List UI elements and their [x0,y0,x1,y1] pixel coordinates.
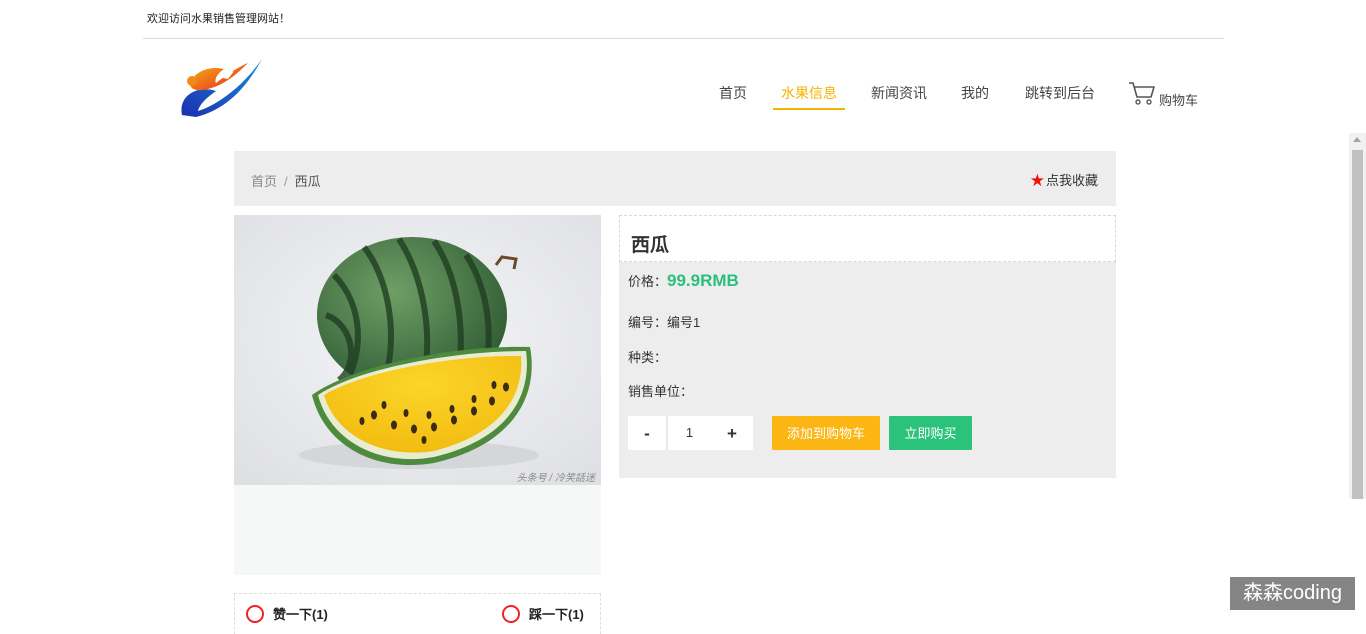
price-label: 价格： [628,274,668,289]
product-image-panel: 头条号 / 冷笑話迷 [234,215,601,575]
like-button[interactable]: 赞一下(1) [246,604,328,623]
code-label: 编号： [628,315,668,330]
category-row: 种类： [628,347,667,366]
scrollbar[interactable] [1349,133,1366,499]
vote-panel: 赞一下(1) 踩一下(1) [234,593,601,634]
nav-admin[interactable]: 跳转到后台 [1025,80,1095,111]
dislike-button[interactable]: 踩一下(1) [502,604,584,623]
category-label: 种类： [628,350,668,365]
image-watermark: 头条号 / 冷笑話迷 [516,473,595,484]
favorite-button[interactable]: ★点我收藏 [1030,170,1098,191]
nav-home[interactable]: 首页 [719,80,747,111]
price-row: 价格：99.9RMB [628,271,739,291]
cart-link[interactable]: 购物车 [1128,80,1198,108]
nav-news[interactable]: 新闻资讯 [871,80,927,111]
cart-label: 购物车 [1159,93,1199,108]
product-info-panel: 西瓜 价格：99.9RMB 编号：编号1 种类： 销售单位： - 1 + 添加到… [619,215,1116,478]
breadcrumb-home[interactable]: 首页 [251,174,277,189]
product-title-box: 西瓜 [619,215,1116,262]
nav-fruit-info[interactable]: 水果信息 [781,80,837,111]
welcome-text: 欢迎访问水果销售管理网站！ [147,13,290,25]
code-value: 编号1 [667,315,701,330]
top-bar: 欢迎访问水果销售管理网站！ [143,0,1224,39]
unit-row: 销售单位： [628,381,693,400]
add-to-cart-button[interactable]: 添加到购物车 [772,416,880,450]
increase-quantity-button[interactable]: + [711,416,753,450]
frown-icon [502,605,520,623]
quantity-input[interactable]: 1 [667,416,712,450]
breadcrumb-current: 西瓜 [294,174,321,189]
like-label: 赞一下(1) [273,607,328,622]
star-icon: ★ [1029,171,1045,190]
product-title: 西瓜 [631,235,670,256]
unit-label: 销售单位： [628,384,694,399]
site-logo[interactable] [178,55,264,119]
product-image [234,215,601,485]
scrollbar-thumb[interactable] [1352,150,1363,499]
breadcrumb-bar: 首页 / 西瓜 ★点我收藏 [234,151,1116,206]
nav-active-indicator [773,108,845,110]
price-value: 99.9RMB [667,271,739,290]
logo-graphic [181,59,262,117]
favorite-label: 点我收藏 [1045,173,1098,188]
brand-watermark: 森森coding [1230,577,1355,610]
buy-now-button[interactable]: 立即购买 [889,416,972,450]
scroll-up-arrow-icon[interactable] [1353,137,1361,142]
dislike-label: 踩一下(1) [529,607,584,622]
breadcrumb-separator: / [284,174,288,189]
cart-icon [1129,82,1155,105]
nav-mine[interactable]: 我的 [961,80,989,111]
smile-icon [246,605,264,623]
breadcrumb: 首页 / 西瓜 [251,171,321,190]
decrease-quantity-button[interactable]: - [628,416,666,450]
code-row: 编号：编号1 [628,312,700,331]
